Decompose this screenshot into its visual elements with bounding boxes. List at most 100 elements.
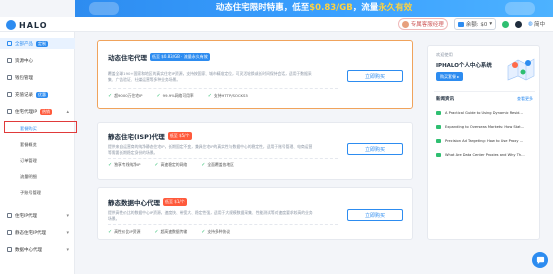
balance-dropdown[interactable]: 余额: $0 ▾ <box>453 18 497 30</box>
check-icon: ✓ <box>207 93 212 99</box>
sidebar-item-residential-ip[interactable]: 住宅IP代理 ▾ <box>0 210 75 221</box>
banner-price: $0.83/GB <box>309 3 353 13</box>
sidebar-subitem-orders[interactable]: 订单管理 <box>0 156 75 166</box>
news-item[interactable]: Expanding to Overseas Markets: How Stat.… <box>436 122 536 131</box>
grid-icon <box>7 41 12 46</box>
folder-icon <box>7 58 12 63</box>
sidebar-item-label: 住宅IP代理 <box>15 213 38 219</box>
banner-text-mid: ，流量 <box>352 3 379 13</box>
news-item[interactable]: What Are Data Center Proxies and Why Th.… <box>436 150 536 159</box>
card-title: 静态数据中心代理 低至 $1/个 <box>108 198 187 207</box>
balance-label: 余额: $0 <box>465 22 488 28</box>
card-divider <box>108 88 338 89</box>
sidebar-item-label: 静态住宅IP代理 <box>15 230 47 236</box>
feature-item: ✓ 独享专线纯净IP <box>108 162 141 168</box>
card-divider <box>108 224 338 225</box>
chat-support-button[interactable] <box>532 252 548 268</box>
check-icon: ✓ <box>201 229 206 235</box>
card-description: 提供来自运营商的纯净静态住宅IP，长期固定不变，兼具住宅IP的真实性与数据中心的… <box>108 144 313 155</box>
feature-item: ✓ 全面覆盖各地区 <box>201 162 234 168</box>
panel-divider <box>434 91 535 92</box>
sidebar-badge: 定制 <box>36 40 48 47</box>
sidebar-item-resources[interactable]: 资源中心 <box>0 55 75 66</box>
user-avatar-icon[interactable] <box>515 20 523 28</box>
card-divider <box>108 158 338 159</box>
chevron-down-icon: ▾ <box>66 229 69 236</box>
product-card-static-datacenter[interactable]: 静态数据中心代理 低至 $1/个 提供高性价比的数据中心IP资源，速度快、带宽大… <box>97 187 413 240</box>
logo[interactable]: HALO <box>6 19 48 31</box>
sidebar-subitem-package-overview[interactable]: 套餐概览 <box>0 140 75 150</box>
promo-banner[interactable]: 动态住宅限时特惠，低至$0.83/GB，流量永久有效 <box>75 0 553 17</box>
sidebar-badge: 热销 <box>40 108 53 115</box>
card-title: 动态住宅代理 低至 $0.83/GB · 流量永久有效 <box>108 53 210 62</box>
card-tag: 低至 $1/个 <box>163 198 187 206</box>
check-icon: ✓ <box>201 162 206 168</box>
news-heading: 新闻资讯 <box>436 97 454 102</box>
news-more-link[interactable]: 查看更多 <box>517 96 533 102</box>
sidebar-item-label: 全部产品 <box>15 41 33 47</box>
check-icon: ✓ <box>108 229 113 235</box>
service-label: 专属客服经理 <box>410 22 444 28</box>
card-tag: 低至 $0.83/GB · 流量永久有效 <box>150 53 210 61</box>
help-icon[interactable] <box>502 20 510 28</box>
product-card-dynamic-residential[interactable]: 动态住宅代理 低至 $0.83/GB · 流量永久有效 覆盖全球190+国家和地… <box>97 40 413 109</box>
card-features: ✓ 超9000万住宅IP ✓ 99.9%网络可用率 ✓ 支持HTTP/SOCKS5 <box>108 93 248 99</box>
card-title: 静态住宅(ISP)代理 低至 $5/个 <box>108 132 192 141</box>
buy-now-button[interactable]: 立即购买 <box>347 209 403 221</box>
card-tag: 低至 $5/个 <box>167 132 192 140</box>
sidebar-item-label: 充值记录 <box>15 92 33 98</box>
chevron-up-icon: ▴ <box>66 108 69 115</box>
feature-item: ✓ 支持多种协议 <box>201 229 231 235</box>
wallet-icon <box>7 75 12 80</box>
sidebar-item-static-residential[interactable]: 静态住宅IP代理 ▾ <box>0 227 75 238</box>
product-card-static-isp[interactable]: 静态住宅(ISP)代理 低至 $5/个 提供来自运营商的纯净静态住宅IP，长期固… <box>97 122 413 180</box>
chevron-down-icon: ▾ <box>66 246 69 253</box>
feature-item: ✓ 99.9%网络可用率 <box>156 93 194 99</box>
check-icon: ✓ <box>156 93 161 99</box>
check-icon: ✓ <box>108 93 113 99</box>
card-description: 覆盖全球190+国家和地区的真实住宅IP资源，支持按国家、城市精准定位，可灵活轮… <box>108 71 312 82</box>
sidebar-subitem-subaccounts[interactable]: 子账号管理 <box>0 188 75 198</box>
banner-decoration-left <box>89 2 119 15</box>
speaker-icon <box>436 152 441 157</box>
check-icon: ✓ <box>154 162 159 168</box>
sidebar-item-all-products[interactable]: 全部产品 定制 <box>0 38 75 49</box>
check-icon: ✓ <box>108 162 113 168</box>
speaker-icon <box>436 124 441 129</box>
news-item[interactable]: A Practical Guide to Using Dynamic Resid… <box>436 108 536 117</box>
sidebar-subitem-traffic[interactable]: 流量明细 <box>0 172 75 182</box>
buy-now-button[interactable]: 立即购买 <box>347 143 403 155</box>
news-item[interactable]: Precision Ad Targeting: How to Use Proxy… <box>436 136 536 145</box>
server-icon <box>7 230 12 235</box>
location-icon <box>7 109 12 114</box>
right-panel: 欢迎使用 IPHALO个人中心系统 购买套餐 ▸ 新闻资讯 查看更多 A Pra… <box>427 45 540 240</box>
sidebar-item-residential-proxy[interactable]: 住宅代理IP 热销 ▴ <box>0 106 75 117</box>
system-title: IPHALO个人中心系统 <box>436 63 492 69</box>
buy-package-button[interactable]: 购买套餐 ▸ <box>436 72 464 81</box>
sidebar-item-datacenter[interactable]: 数据中心代理 ▾ <box>0 244 75 255</box>
speaker-icon <box>436 138 441 143</box>
buy-now-button[interactable]: 立即购买 <box>347 70 403 82</box>
feature-item: ✓ 超9000万住宅IP <box>108 93 143 99</box>
database-icon <box>7 247 12 252</box>
sidebar-item-wallet[interactable]: 钱包管理 <box>0 72 75 83</box>
chat-bubble-icon <box>536 256 544 264</box>
language-switcher[interactable]: ◍ 简中 <box>528 20 545 28</box>
sidebar-item-label: 钱包管理 <box>15 75 33 81</box>
banner-highlight: 永久有效 <box>378 3 413 13</box>
sidebar-badge: 优惠 <box>36 91 48 98</box>
speaker-icon <box>436 110 441 115</box>
language-label: 简中 <box>533 22 545 28</box>
banner-text-pre: 动态住宅限时特惠，低至 <box>215 3 310 13</box>
card-description: 提供高性价比的数据中心IP资源，速度快、带宽大、稳定性强，适用于大规模数据采集、… <box>108 210 313 221</box>
sidebar: 全部产品 定制 资源中心 钱包管理 充值记录 优惠 住宅代理IP 热销 ▴ 套餐… <box>0 32 75 274</box>
welcome-lead: 欢迎使用 <box>436 52 453 57</box>
sidebar-item-recharge[interactable]: 充值记录 优惠 <box>0 89 75 100</box>
chevron-down-icon: ▾ <box>66 212 69 219</box>
sidebar-item-label: 资源中心 <box>15 58 33 64</box>
sidebar-item-label: 数据中心代理 <box>15 247 42 253</box>
service-avatar <box>401 20 409 28</box>
service-manager-button[interactable]: 专属客服经理 <box>397 18 448 30</box>
logo-mark-icon <box>6 20 16 30</box>
receipt-icon <box>7 92 12 97</box>
